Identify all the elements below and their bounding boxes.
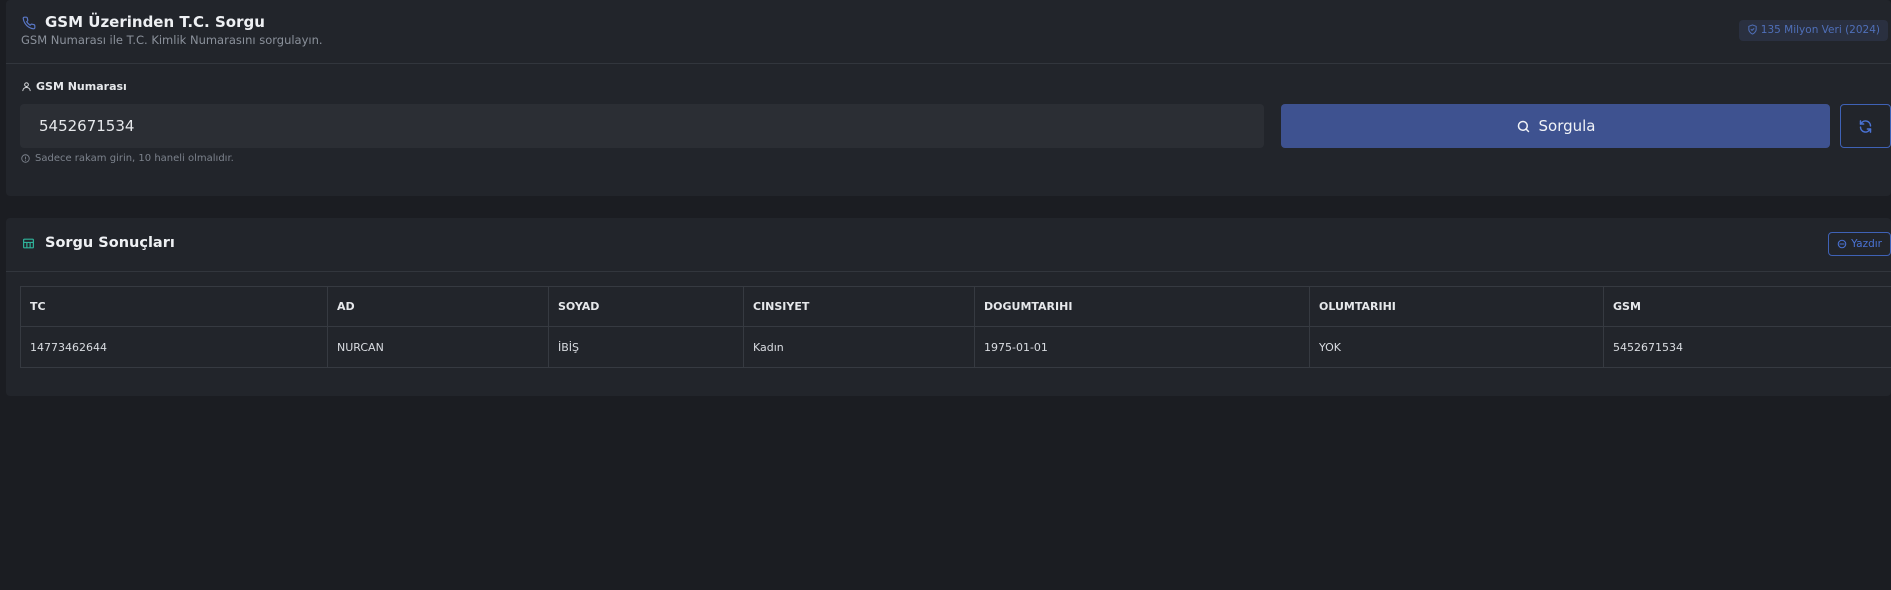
column-header-tc[interactable]: TC bbox=[20, 286, 328, 327]
column-header-dogumtarihi[interactable]: DOGUMTARIHI bbox=[974, 286, 1310, 327]
gsm-input[interactable] bbox=[20, 104, 1264, 148]
query-header: GSM Üzerinden T.C. Sorgu GSM Numarası il… bbox=[6, 0, 1891, 64]
data-count-badge: 135 Milyon Veri (2024) bbox=[1738, 20, 1888, 41]
cell-ad: NURCAN bbox=[327, 326, 549, 368]
results-card: Sorgu Sonuçları Yazdır TC AD SOYAD CINSI… bbox=[6, 218, 1891, 396]
table-header-row: TC AD SOYAD CINSIYET DOGUMTARIHI OLUMTAR… bbox=[20, 286, 1891, 327]
table-icon bbox=[23, 238, 34, 249]
gsm-label-text: GSM Numarası bbox=[36, 80, 127, 93]
search-button-label: Sorgula bbox=[1538, 117, 1596, 135]
cell-soyad: İBİŞ bbox=[548, 326, 744, 368]
refresh-button[interactable] bbox=[1840, 104, 1891, 148]
table-row: 14773462644 NURCAN İBİŞ Kadın 1975-01-01… bbox=[20, 326, 1891, 368]
cell-olumtarihi: YOK bbox=[1309, 326, 1604, 368]
column-header-gsm[interactable]: GSM bbox=[1603, 286, 1891, 327]
shield-check-icon bbox=[1748, 24, 1757, 35]
input-hint: Sadece rakam girin, 10 haneli olmalıdır. bbox=[21, 153, 234, 164]
info-circle-icon bbox=[21, 154, 30, 163]
cell-gsm: 5452671534 bbox=[1603, 326, 1891, 368]
user-icon bbox=[22, 82, 31, 92]
page-title: GSM Üzerinden T.C. Sorgu bbox=[45, 13, 265, 31]
hint-text: Sadece rakam girin, 10 haneli olmalıdır. bbox=[35, 153, 234, 164]
search-icon bbox=[1517, 120, 1529, 132]
cell-dogumtarihi: 1975-01-01 bbox=[974, 326, 1310, 368]
gsm-label: GSM Numarası bbox=[21, 80, 127, 93]
phone-icon bbox=[22, 16, 36, 30]
column-header-cinsiyet[interactable]: CINSIYET bbox=[743, 286, 975, 327]
column-header-ad[interactable]: AD bbox=[327, 286, 549, 327]
results-header: Sorgu Sonuçları Yazdır bbox=[6, 218, 1891, 272]
print-button[interactable]: Yazdır bbox=[1828, 232, 1891, 256]
print-button-label: Yazdır bbox=[1851, 238, 1882, 250]
search-button[interactable]: Sorgula bbox=[1281, 104, 1830, 148]
column-header-olumtarihi[interactable]: OLUMTARIHI bbox=[1309, 286, 1604, 327]
print-icon bbox=[1837, 239, 1847, 249]
refresh-icon bbox=[1859, 119, 1872, 133]
page-subtitle: GSM Numarası ile T.C. Kimlik Numarasını … bbox=[21, 33, 323, 47]
query-card: GSM Üzerinden T.C. Sorgu GSM Numarası il… bbox=[6, 0, 1891, 196]
results-title: Sorgu Sonuçları bbox=[45, 235, 175, 251]
badge-text: 135 Milyon Veri (2024) bbox=[1760, 24, 1880, 36]
results-table: TC AD SOYAD CINSIYET DOGUMTARIHI OLUMTAR… bbox=[20, 286, 1891, 368]
cell-tc: 14773462644 bbox=[20, 326, 328, 368]
column-header-soyad[interactable]: SOYAD bbox=[548, 286, 744, 327]
cell-cinsiyet: Kadın bbox=[743, 326, 975, 368]
